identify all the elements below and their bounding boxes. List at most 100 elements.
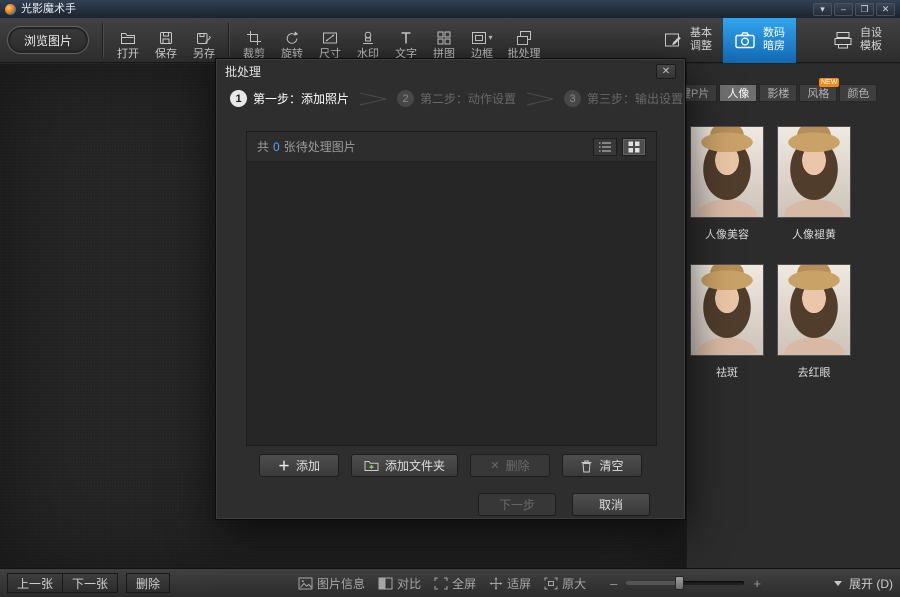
step-output-settings[interactable]: 3 第三步：输出设置 — [564, 90, 683, 107]
preset-thumbnail[interactable] — [690, 126, 764, 218]
cancel-button[interactable]: 取消 — [572, 493, 650, 516]
tab-studio[interactable]: 影楼 — [759, 84, 797, 102]
preset-thumbnail[interactable] — [690, 264, 764, 356]
zoom-slider-fill — [626, 581, 678, 585]
preset-remove-spots[interactable]: 祛斑 — [689, 264, 765, 402]
preset-portrait-deyellow[interactable]: 人像褪黄 — [776, 126, 852, 264]
save-as-button[interactable]: 另存 — [185, 19, 223, 62]
fullscreen-icon — [434, 577, 448, 590]
app-title: 光影魔术手 — [21, 4, 76, 15]
fullscreen-button[interactable]: 全屏 — [434, 575, 476, 592]
browse-images-button[interactable]: 浏览图片 — [7, 26, 89, 54]
dialog-titlebar: 批处理 ✕ — [216, 59, 685, 83]
menu-dropdown-icon[interactable]: ▾ — [813, 3, 832, 16]
window-controls: ▾ – ❐ ✕ — [813, 3, 895, 16]
tab-portrait[interactable]: 人像 — [719, 84, 757, 102]
zoom-out-button[interactable]: – — [610, 576, 617, 591]
preset-thumbnail[interactable] — [777, 126, 851, 218]
actual-size-icon — [544, 577, 558, 590]
step-action-settings[interactable]: 2 第二步：动作设置 — [397, 90, 516, 107]
step-separator-icon — [525, 92, 555, 106]
save-as-icon — [196, 30, 212, 46]
compare-button[interactable]: 对比 — [378, 575, 421, 592]
dialog-close-button[interactable]: ✕ — [656, 64, 676, 79]
maximize-button[interactable]: ❐ — [855, 3, 874, 16]
collage-icon — [436, 30, 452, 46]
mode-label: 调整 — [690, 40, 712, 53]
toolbar-separator — [102, 23, 104, 57]
actual-size-button[interactable]: 原大 — [544, 575, 586, 592]
adjust-icon — [663, 30, 683, 50]
plus-icon: ＋ — [278, 457, 290, 474]
next-image-button[interactable]: 下一张 — [63, 573, 118, 593]
border-icon — [471, 30, 487, 46]
collage-button[interactable]: 拼图 — [425, 19, 463, 62]
preset-thumbnail[interactable] — [777, 264, 851, 356]
tab-style[interactable]: 风格NEW — [799, 84, 837, 102]
add-folder-icon — [364, 459, 379, 472]
watermark-button[interactable]: 水印 — [349, 19, 387, 62]
open-folder-icon — [120, 30, 136, 46]
tab-color[interactable]: 颜色 — [839, 84, 877, 102]
open-button[interactable]: 打开 — [109, 19, 147, 62]
fit-screen-button[interactable]: 适屏 — [489, 575, 531, 592]
mode-basic-adjust[interactable]: 基本 调整 — [652, 18, 723, 63]
preset-tabs: 一键P片 人像 影楼 风格NEW 颜色 — [661, 84, 877, 102]
preset-portrait-beauty[interactable]: 人像美容 — [689, 126, 765, 264]
image-info-button[interactable]: 图片信息 — [298, 575, 365, 592]
zoom-control: – + — [610, 576, 761, 591]
view-tools: 图片信息 对比 全屏 适屏 原大 — [298, 575, 586, 592]
statusbar: 上一张 下一张 删除 图片信息 对比 全屏 适屏 原大 — [0, 568, 900, 597]
zoom-slider-handle[interactable] — [675, 576, 684, 590]
mode-label: 数码 — [763, 27, 785, 40]
add-photos-button[interactable]: ＋ 添加 — [259, 454, 339, 477]
crop-icon — [246, 30, 262, 46]
step-add-photos[interactable]: 1 第一步：添加照片 — [230, 90, 349, 107]
dialog-footer: 下一步 取消 — [478, 493, 650, 516]
previous-image-button[interactable]: 上一张 — [7, 573, 63, 593]
rotate-button[interactable]: 旋转 — [273, 19, 311, 62]
save-button[interactable]: 保存 — [147, 19, 185, 62]
nav-buttons: 上一张 下一张 — [7, 573, 118, 593]
dialog-action-buttons: ＋ 添加 添加文件夹 ✕ 删除 清空 — [216, 454, 685, 477]
save-icon — [158, 30, 174, 46]
fit-screen-icon — [489, 577, 503, 590]
trash-icon — [580, 459, 593, 473]
dialog-steps: 1 第一步：添加照片 2 第二步：动作设置 3 第三步：输出设置 — [216, 83, 685, 107]
close-button[interactable]: ✕ — [876, 3, 895, 16]
titlebar: 光影魔术手 ▾ – ❐ ✕ — [0, 0, 900, 18]
batch-icon — [516, 30, 532, 46]
mode-label: 基本 — [690, 27, 712, 40]
toolbar-separator — [228, 23, 230, 57]
expand-button[interactable]: 展开 (D) — [834, 575, 893, 592]
preset-remove-redeye[interactable]: 去红眼 — [776, 264, 852, 402]
mode-digital-darkroom[interactable]: 数码 暗房 — [723, 18, 796, 63]
list-view-button[interactable] — [593, 138, 617, 156]
mode-custom-template[interactable]: 自设 模板 — [822, 18, 893, 63]
template-icon — [833, 30, 853, 50]
mode-label: 模板 — [860, 40, 882, 53]
toolbar: 浏览图片 打开 保存 另存 裁剪 旋转 尺寸 水印 — [0, 18, 900, 63]
delete-image-button[interactable]: 删除 — [126, 573, 170, 593]
camera-icon — [734, 29, 756, 51]
add-folder-button[interactable]: 添加文件夹 — [351, 454, 458, 477]
crop-button[interactable]: 裁剪 — [235, 19, 273, 62]
clear-photos-button[interactable]: 清空 — [562, 454, 642, 477]
rotate-icon — [284, 30, 300, 46]
text-button[interactable]: 文字 — [387, 19, 425, 62]
zoom-in-button[interactable]: + — [753, 576, 761, 591]
step-separator-icon — [358, 92, 388, 106]
mode-buttons: 基本 调整 数码 暗房 自设 模板 — [652, 18, 893, 63]
batch-button[interactable]: 批处理 — [501, 19, 547, 62]
grid-view-button[interactable] — [622, 138, 646, 156]
zoom-slider[interactable] — [626, 581, 744, 585]
resize-button[interactable]: 尺寸 — [311, 19, 349, 62]
minimize-button[interactable]: – — [834, 3, 853, 16]
border-button[interactable]: ▾ 边框 — [463, 19, 501, 62]
remove-photos-button[interactable]: ✕ 删除 — [470, 454, 550, 477]
next-step-button[interactable]: 下一步 — [478, 493, 556, 516]
photo-list-empty-area[interactable] — [247, 162, 656, 445]
compare-icon — [378, 577, 393, 590]
count-suffix: 张待处理图片 — [284, 138, 356, 155]
dialog-title: 批处理 — [225, 63, 261, 80]
